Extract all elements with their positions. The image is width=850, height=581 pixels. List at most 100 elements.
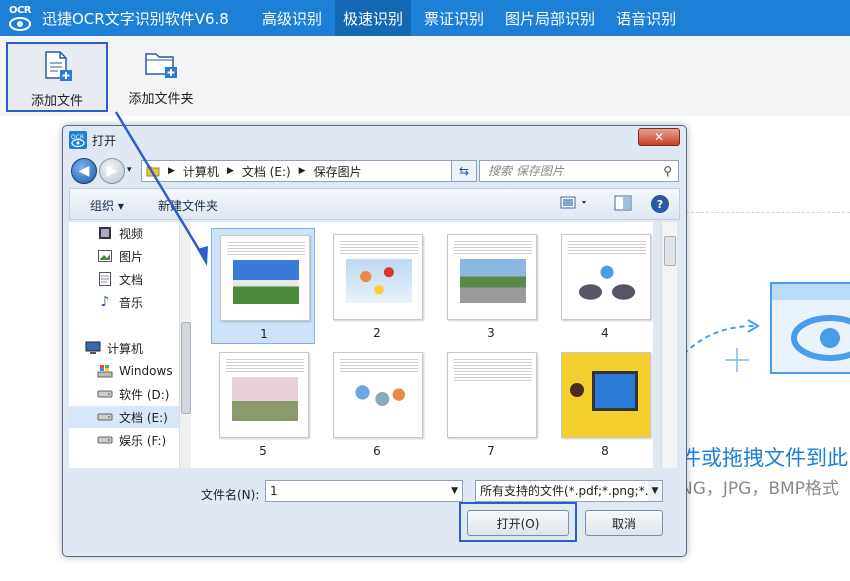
breadcrumb-folder[interactable]: 保存图片: [314, 163, 362, 180]
filetype-dropdown-icon: ▼: [648, 481, 662, 501]
video-icon: [97, 226, 113, 240]
file-item[interactable]: 1: [211, 228, 315, 344]
file-item[interactable]: 6: [325, 346, 429, 462]
help-button[interactable]: ?: [651, 195, 669, 213]
dialog-close-button[interactable]: ✕: [638, 128, 680, 146]
new-folder-button[interactable]: 新建文件夹: [158, 197, 218, 214]
filetype-value: 所有支持的文件(*.pdf;*.png;*.j: [480, 484, 652, 498]
drive-icon: [97, 433, 113, 447]
open-file-dialog: OCR 打开 ✕ ◀ ▶ ▾ ▶ 计算机 ▶ 文档 (E:) ▶ 保存图片 ▼ …: [62, 125, 687, 557]
file-name: 2: [373, 326, 381, 340]
refresh-icon: ⇆: [458, 164, 470, 178]
file-thumbnail: [447, 234, 537, 320]
file-thumbnail: [220, 235, 310, 321]
file-item[interactable]: 5: [211, 346, 315, 462]
file-name: 1: [260, 327, 268, 341]
dialog-title: 打开: [92, 133, 117, 148]
app-title: 迅捷OCR文字识别软件V6.8: [42, 9, 229, 28]
file-grid: 1 2 3 4 5 6 7 8: [191, 222, 653, 468]
file-name: 7: [487, 444, 495, 458]
breadcrumb-computer[interactable]: 计算机: [183, 163, 219, 180]
picture-icon: [97, 249, 113, 263]
computer-icon: [85, 341, 101, 355]
file-name: 4: [601, 326, 609, 340]
filename-input[interactable]: 1 ▼: [265, 480, 463, 502]
nav-item-label: Windows: [119, 364, 173, 378]
breadcrumb-sep-icon: ▶: [168, 166, 175, 176]
breadcrumb-drive[interactable]: 文档 (E:): [242, 163, 291, 180]
preview-pane-icon[interactable]: [614, 195, 632, 214]
add-folder-button[interactable]: 添加文件夹: [110, 42, 212, 112]
tab-advanced[interactable]: 高级识别: [254, 0, 330, 36]
ocr-small-icon: OCR: [69, 131, 87, 149]
drop-eye-icon: [770, 282, 850, 374]
file-thumbnail: [219, 352, 309, 438]
drop-instruction: 件或拖拽文件到此: [680, 446, 848, 470]
back-button[interactable]: ◀: [71, 158, 97, 184]
file-thumbnail: [333, 234, 423, 320]
nav-item-computer[interactable]: 计算机: [85, 337, 193, 359]
forward-arrow-icon: ▶: [106, 163, 118, 179]
history-dropdown-icon[interactable]: ▾: [127, 165, 132, 175]
navigation-pane: 视频 图片 文档 ♪ 音乐 计算机 Windows 软件 (D:) 文档 (E:: [69, 222, 191, 468]
drive-icon: [97, 410, 113, 424]
folder-icon: [146, 166, 160, 177]
filename-value: 1: [270, 484, 278, 498]
add-folder-icon: [145, 53, 177, 78]
nav-item-label: 音乐: [119, 295, 144, 310]
tab-fast[interactable]: 极速识别: [335, 0, 412, 36]
nav-scrollbar[interactable]: [179, 222, 191, 468]
eye-icon: [9, 16, 31, 31]
breadcrumb-sep-icon: ▶: [226, 166, 234, 176]
breadcrumb-sep-icon: ▶: [298, 166, 306, 176]
cancel-button[interactable]: 取消: [585, 510, 663, 536]
drag-arrow-icon: [683, 319, 760, 372]
address-bar[interactable]: ▶ 计算机 ▶ 文档 (E:) ▶ 保存图片 ▼: [141, 160, 465, 182]
logo-text: OCR: [8, 4, 32, 16]
file-item[interactable]: 7: [439, 346, 543, 462]
document-icon: [97, 272, 113, 286]
view-options-icon[interactable]: [560, 195, 590, 214]
add-folder-label: 添加文件夹: [128, 92, 194, 107]
drop-format-hint: NG，JPG，BMP格式: [680, 479, 839, 499]
refresh-button[interactable]: ⇆: [451, 160, 477, 182]
tab-voice[interactable]: 语音识别: [608, 0, 684, 36]
tab-partial-image[interactable]: 图片局部识别: [497, 0, 603, 36]
filename-label: 文件名(N):: [201, 488, 260, 502]
toolbar: 添加文件 添加文件夹: [0, 36, 850, 116]
search-placeholder: 搜索 保存图片: [488, 164, 564, 178]
file-item[interactable]: 3: [439, 228, 543, 344]
file-item[interactable]: 4: [553, 228, 657, 344]
forward-button[interactable]: ▶: [99, 158, 125, 184]
file-name: 8: [601, 444, 609, 458]
search-input[interactable]: 搜索 保存图片 ⚲: [479, 160, 679, 182]
drop-area[interactable]: [686, 212, 850, 552]
app-logo: OCR: [4, 0, 36, 36]
tab-ticket[interactable]: 票证识别: [416, 0, 492, 36]
add-file-button[interactable]: 添加文件: [6, 42, 108, 112]
filetype-select[interactable]: 所有支持的文件(*.pdf;*.png;*.j ▼: [475, 480, 663, 502]
drive-icon: [97, 387, 113, 401]
file-name: 6: [373, 444, 381, 458]
nav-item-label: 娱乐 (F:): [119, 433, 167, 448]
file-thumbnail: [447, 352, 537, 438]
add-file-icon: [45, 51, 72, 81]
file-grid-scrollbar[interactable]: [661, 222, 677, 468]
music-icon: ♪: [100, 294, 110, 310]
file-item[interactable]: 8: [553, 346, 657, 462]
file-thumbnail: [561, 352, 651, 438]
open-button[interactable]: 打开(O): [467, 510, 569, 536]
top-nav-bar: OCR 迅捷OCR文字识别软件V6.8 高级识别 极速识别 票证识别 图片局部识…: [0, 0, 850, 36]
command-bar: 组织 ▾ 新建文件夹 ?: [69, 188, 680, 220]
file-item[interactable]: 2: [325, 228, 429, 344]
filename-dropdown-icon[interactable]: ▼: [451, 481, 458, 501]
organize-menu[interactable]: 组织 ▾: [90, 197, 124, 214]
nav-item-label: 视频: [119, 226, 144, 241]
nav-item-label: 软件 (D:): [119, 387, 170, 402]
dialog-bottom: 文件名(N): 1 ▼ 所有支持的文件(*.pdf;*.png;*.j ▼ 打开…: [69, 468, 680, 552]
windows-drive-icon: [97, 364, 113, 378]
back-arrow-icon: ◀: [78, 163, 90, 179]
address-row: ◀ ▶ ▾ ▶ 计算机 ▶ 文档 (E:) ▶ 保存图片 ▼ ⇆ 搜索 保存图片…: [69, 156, 679, 186]
nav-item-drive-e[interactable]: 文档 (E:): [69, 406, 179, 428]
add-file-label: 添加文件: [30, 94, 83, 109]
